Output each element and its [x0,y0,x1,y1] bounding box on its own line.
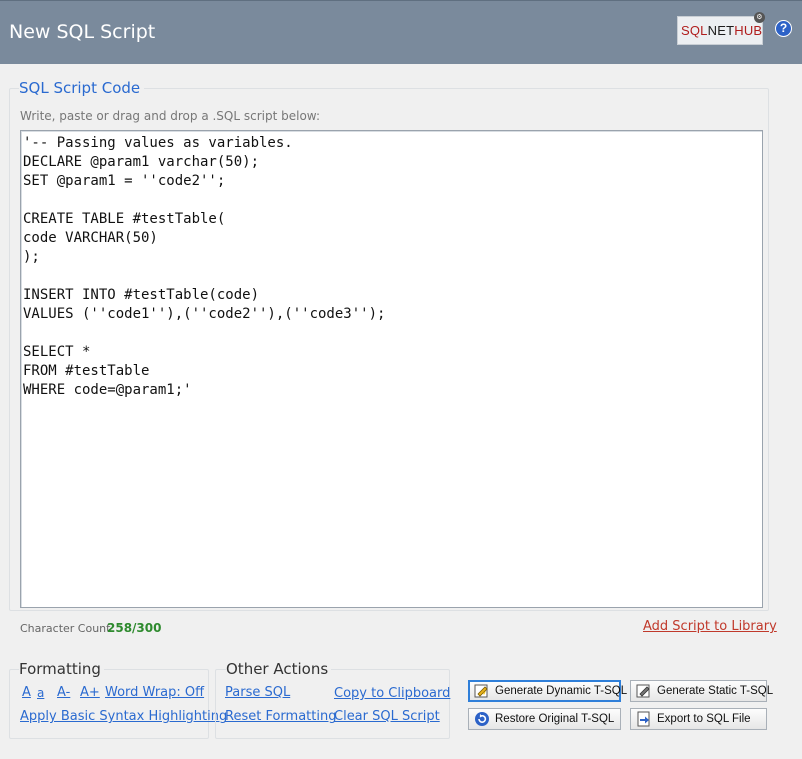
restore-original-tsql-button[interactable]: Restore Original T-SQL [468,708,621,730]
sqlnethub-logo[interactable]: SQLNETHUB ⚙ [677,12,765,45]
editor-instruction: Write, paste or drag and drop a .SQL scr… [20,109,320,123]
logo-badge-icon: ⚙ [754,12,765,23]
font-decrease-link[interactable]: A- [57,685,70,700]
page-title: New SQL Script [9,21,156,43]
generate-static-tsql-label: Generate Static T-SQL [657,685,774,697]
character-count-label: Character Count: [20,622,115,635]
export-to-sql-file-button[interactable]: Export to SQL File [630,708,767,730]
formatting-group [9,669,209,739]
export-arrow-icon [636,711,652,727]
font-a-small-link[interactable]: a [37,686,44,700]
parse-sql-link[interactable]: Parse SQL [225,685,290,700]
syntax-highlighting-link[interactable]: Apply Basic Syntax Highlighting [20,709,227,724]
sql-script-editor[interactable] [20,130,763,608]
generate-static-tsql-button[interactable]: Generate Static T-SQL [630,680,773,702]
help-icon[interactable]: ? [775,20,792,37]
character-count-value: 258/300 [107,621,162,635]
header-bar: New SQL Script SQLNETHUB ⚙ ? [0,0,802,64]
reset-formatting-link[interactable]: Reset Formatting [225,709,336,724]
font-increase-link[interactable]: A+ [80,685,100,700]
add-script-to-library-link[interactable]: Add Script to Library [643,619,777,634]
lightning-pen-icon [474,683,490,699]
other-actions-group [215,669,450,739]
other-actions-title: Other Actions [226,660,332,678]
logo-hub-text: HUB [734,23,763,38]
logo-net-text: NET [707,23,735,38]
generate-dynamic-tsql-button[interactable]: Generate Dynamic T-SQL [468,680,627,702]
pencil-page-icon [636,683,652,699]
logo-sql-text: SQL [681,23,708,38]
font-a-large-link[interactable]: A [22,685,31,700]
word-wrap-link[interactable]: Word Wrap: Off [105,685,204,700]
formatting-title: Formatting [19,660,104,678]
generate-dynamic-tsql-label: Generate Dynamic T-SQL [495,685,628,697]
clear-sql-script-link[interactable]: Clear SQL Script [334,709,440,724]
export-to-sql-file-label: Export to SQL File [657,713,751,725]
copy-to-clipboard-link[interactable]: Copy to Clipboard [334,686,450,701]
section-title: SQL Script Code [19,79,145,97]
restore-original-tsql-label: Restore Original T-SQL [495,713,615,725]
restore-icon [474,711,490,727]
